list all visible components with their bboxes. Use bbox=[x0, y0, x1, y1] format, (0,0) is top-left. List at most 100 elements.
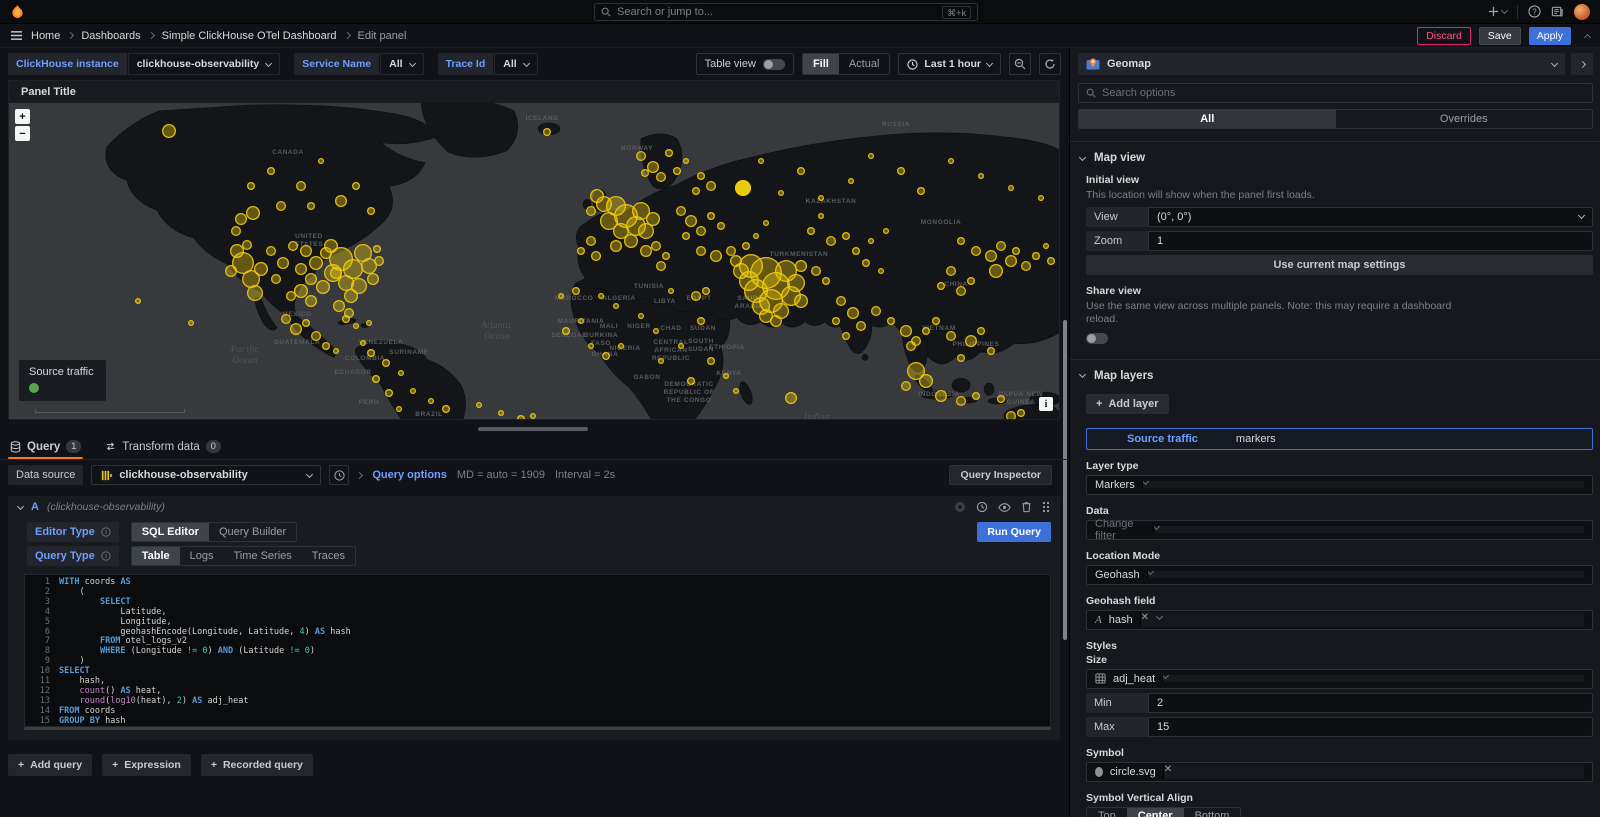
query-inspector-button[interactable]: Query Inspector bbox=[949, 465, 1052, 485]
layer-card[interactable]: Source traffic markers bbox=[1086, 428, 1593, 450]
add-expression-button[interactable]: +Expression bbox=[102, 754, 191, 776]
sql-code[interactable]: WITH coords AS ( SELECT Latitude, Longit… bbox=[59, 578, 1050, 726]
apply-button[interactable]: Apply bbox=[1529, 27, 1571, 45]
sql-editor-scrollbar[interactable] bbox=[24, 727, 1051, 730]
add-query-button[interactable]: +Add query bbox=[8, 754, 92, 776]
map-marker bbox=[428, 398, 434, 404]
options-search-input[interactable]: Search options bbox=[1078, 83, 1593, 103]
collapse-query-icon[interactable] bbox=[17, 502, 24, 509]
query-type-table[interactable]: Table bbox=[132, 547, 180, 565]
variable-value-dropdown[interactable]: clickhouse-observability bbox=[128, 53, 281, 75]
clear-icon[interactable]: ✕ bbox=[1141, 612, 1149, 623]
map-marker bbox=[989, 264, 1003, 278]
breadcrumb-home[interactable]: Home bbox=[31, 30, 60, 42]
tab-query[interactable]: Query 1 bbox=[8, 440, 83, 459]
map-marker bbox=[932, 317, 940, 325]
align-bottom-option[interactable]: Bottom bbox=[1184, 808, 1241, 817]
query-type-logs[interactable]: Logs bbox=[180, 547, 224, 565]
new-menu-button[interactable] bbox=[1488, 6, 1507, 17]
zoom-out-time-button[interactable] bbox=[1009, 53, 1031, 75]
grafana-logo[interactable] bbox=[10, 4, 25, 19]
clear-icon[interactable]: ✕ bbox=[1164, 764, 1172, 775]
tab-transform-data[interactable]: Transform data 0 bbox=[103, 440, 223, 459]
align-top-option[interactable]: Top bbox=[1087, 808, 1127, 817]
share-view-toggle[interactable] bbox=[1086, 333, 1108, 344]
variable-value-dropdown[interactable]: All bbox=[380, 53, 423, 75]
align-center-option[interactable]: Center bbox=[1127, 808, 1184, 817]
zoom-input[interactable]: 1 bbox=[1148, 231, 1593, 251]
help-icon[interactable]: ? bbox=[1528, 5, 1541, 18]
geomap-panel[interactable]: Panel Title bbox=[8, 80, 1060, 420]
info-circle-icon[interactable] bbox=[954, 501, 966, 513]
actual-option[interactable]: Actual bbox=[839, 54, 890, 74]
run-query-button[interactable]: Run Query bbox=[977, 522, 1051, 542]
datasource-help-button[interactable] bbox=[329, 465, 349, 485]
news-icon[interactable] bbox=[1551, 5, 1564, 18]
map-attribution-button[interactable]: i bbox=[1039, 397, 1053, 411]
map-marker bbox=[836, 296, 846, 306]
geohash-field-select[interactable]: A hash ✕ bbox=[1086, 610, 1593, 630]
refresh-button[interactable] bbox=[1039, 53, 1061, 75]
map-marker bbox=[957, 237, 965, 245]
transform-icon bbox=[105, 441, 116, 452]
global-search-input[interactable]: Search or jump to... ⌘+k bbox=[594, 3, 978, 21]
database-icon bbox=[10, 441, 21, 453]
toggle-options-pane-button[interactable] bbox=[1571, 53, 1593, 75]
section-map-layers[interactable]: Map layers bbox=[1070, 360, 1600, 382]
use-current-map-settings-button[interactable]: Use current map settings bbox=[1086, 255, 1593, 275]
layer-kind: markers bbox=[1236, 433, 1276, 445]
query-type-traces[interactable]: Traces bbox=[302, 547, 355, 565]
fill-option[interactable]: Fill bbox=[803, 54, 839, 74]
eye-icon[interactable] bbox=[998, 502, 1011, 513]
world-map[interactable]: RUSSIACANADAICELANDNORWAYUNITED STATESKA… bbox=[9, 103, 1059, 419]
breadcrumb-dashboards[interactable]: Dashboards bbox=[81, 30, 140, 42]
map-markers bbox=[9, 103, 1059, 419]
datasource-picker[interactable]: clickhouse-observability bbox=[91, 465, 321, 485]
pane-resize-handle[interactable] bbox=[478, 427, 588, 431]
drag-grip-icon[interactable] bbox=[1042, 501, 1050, 513]
view-select[interactable]: (0°, 0°) bbox=[1148, 207, 1593, 227]
trash-icon[interactable] bbox=[1021, 501, 1032, 513]
symbol-select[interactable]: circle.svg ✕ bbox=[1086, 762, 1593, 782]
query-type-timeseries[interactable]: Time Series bbox=[224, 547, 302, 565]
menu-icon[interactable] bbox=[10, 30, 23, 41]
tab-all[interactable]: All bbox=[1079, 110, 1336, 128]
query-builder-option[interactable]: Query Builder bbox=[209, 523, 296, 541]
variable-trace-id: Trace Id All bbox=[438, 53, 538, 75]
toggle-switch[interactable] bbox=[763, 59, 785, 70]
add-recorded-query-button[interactable]: +Recorded query bbox=[201, 754, 313, 776]
table-view-toggle[interactable]: Table view bbox=[696, 53, 794, 75]
variable-value-dropdown[interactable]: All bbox=[494, 53, 537, 75]
max-input[interactable]: 15 bbox=[1148, 717, 1593, 737]
map-zoom-out-button[interactable]: − bbox=[15, 126, 30, 141]
location-mode-select[interactable]: Geohash bbox=[1086, 565, 1593, 585]
user-avatar[interactable] bbox=[1574, 4, 1590, 20]
layer-name[interactable]: Source traffic bbox=[1127, 433, 1198, 445]
section-map-view[interactable]: Map view bbox=[1070, 142, 1600, 164]
visualization-picker[interactable]: Geomap bbox=[1078, 53, 1565, 75]
map-marker bbox=[602, 352, 610, 360]
time-range-picker[interactable]: Last 1 hour bbox=[898, 53, 1001, 75]
query-row-header[interactable]: A (clickhouse-observability) bbox=[8, 496, 1060, 518]
map-marker bbox=[311, 331, 321, 341]
tab-overrides[interactable]: Overrides bbox=[1336, 110, 1593, 128]
query-options[interactable]: Query options MD = auto = 1909 Interval … bbox=[357, 469, 615, 481]
layer-type-select[interactable]: Markers bbox=[1086, 475, 1593, 495]
sql-editor-option[interactable]: SQL Editor bbox=[132, 523, 209, 541]
map-marker bbox=[231, 226, 241, 236]
map-marker bbox=[1047, 257, 1055, 265]
data-select[interactable]: Change filter bbox=[1086, 520, 1593, 540]
discard-button[interactable]: Discard bbox=[1417, 27, 1471, 45]
panel-header[interactable]: Panel Title bbox=[9, 81, 1059, 103]
sql-editor[interactable]: 123456789101112131415 WITH coords AS ( S… bbox=[24, 574, 1051, 727]
add-layer-button[interactable]: +Add layer bbox=[1086, 394, 1169, 414]
breadcrumb-dashboard-name[interactable]: Simple ClickHouse OTel Dashboard bbox=[162, 30, 337, 42]
save-button[interactable]: Save bbox=[1479, 27, 1521, 45]
min-input[interactable]: 2 bbox=[1148, 693, 1593, 713]
query-options-link[interactable]: Query options bbox=[372, 469, 447, 481]
history-icon[interactable] bbox=[976, 501, 988, 513]
collapse-options-icon[interactable] bbox=[1584, 33, 1591, 40]
tab-query-label: Query bbox=[27, 441, 60, 453]
size-select[interactable]: adj_heat bbox=[1086, 669, 1593, 689]
map-zoom-in-button[interactable]: + bbox=[15, 109, 30, 124]
